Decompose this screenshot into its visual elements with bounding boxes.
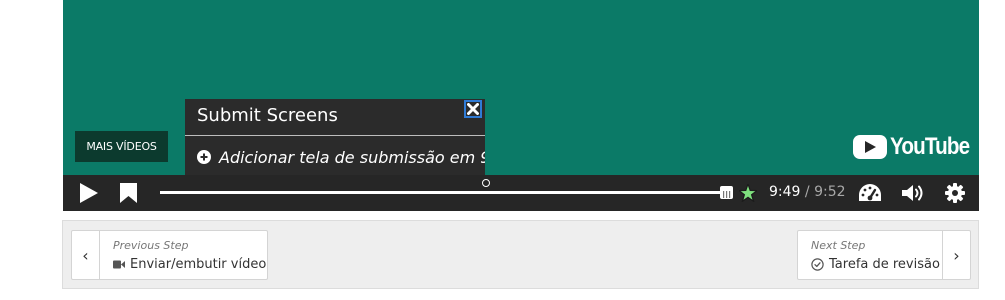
submit-screen-marker[interactable]: [482, 179, 490, 187]
bookmark-icon[interactable]: [120, 183, 137, 203]
time-separator: /: [800, 184, 815, 200]
close-icon: [467, 103, 479, 115]
grip-icon: [723, 191, 731, 198]
speed-gauge-icon[interactable]: [858, 183, 882, 203]
previous-step-name: Enviar/embutir vídeo: [113, 257, 266, 272]
more-videos-button[interactable]: MAIS VÍDEOS: [75, 131, 168, 162]
volume-icon[interactable]: [901, 183, 925, 203]
duration: 9:52: [814, 184, 846, 200]
progress-track[interactable]: [160, 191, 730, 194]
next-step-title: Tarefa de revisão: [829, 257, 940, 272]
progress-handle[interactable]: [720, 186, 733, 199]
previous-step-label: Previous Step: [113, 239, 189, 252]
play-icon[interactable]: [79, 183, 99, 203]
plus-circle-icon: [197, 150, 211, 164]
player-controls: 9:49 / 9:52: [63, 175, 979, 211]
video-camera-icon: [113, 260, 125, 269]
youtube-logo[interactable]: YouTube: [853, 133, 982, 161]
check-circle-icon: [811, 258, 824, 271]
next-step-label: Next Step: [811, 239, 866, 252]
chevron-left-icon: ‹: [72, 231, 100, 279]
youtube-play-icon: [853, 135, 887, 159]
step-navigation: ‹ Previous Step Enviar/embutir vídeo Nex…: [62, 220, 979, 289]
submit-screens-popup: Submit Screens Adicionar tela de submiss…: [185, 99, 485, 175]
close-popup-button[interactable]: [464, 100, 482, 118]
video-player[interactable]: MAIS VÍDEOS YouTube Submit Screens Adici…: [63, 0, 979, 211]
time-display: 9:49 / 9:52: [769, 184, 846, 200]
star-icon[interactable]: [739, 184, 757, 202]
popup-title: Submit Screens: [197, 105, 338, 126]
chevron-right-icon: ›: [942, 231, 970, 279]
previous-step-button[interactable]: ‹ Previous Step Enviar/embutir vídeo: [71, 230, 268, 280]
settings-gear-icon[interactable]: [945, 183, 965, 203]
next-step-button[interactable]: Next Step Tarefa de revisão ›: [797, 230, 971, 280]
popup-divider: [185, 135, 485, 136]
current-time: 9:49: [769, 184, 801, 200]
add-submit-screen-label: Adicionar tela de submissão em 9:49: [219, 147, 485, 167]
youtube-wordmark: YouTube: [890, 133, 970, 160]
previous-step-title: Enviar/embutir vídeo: [130, 257, 267, 272]
add-submit-screen-button[interactable]: Adicionar tela de submissão em 9:49: [197, 144, 485, 170]
next-step-name: Tarefa de revisão: [811, 257, 940, 272]
